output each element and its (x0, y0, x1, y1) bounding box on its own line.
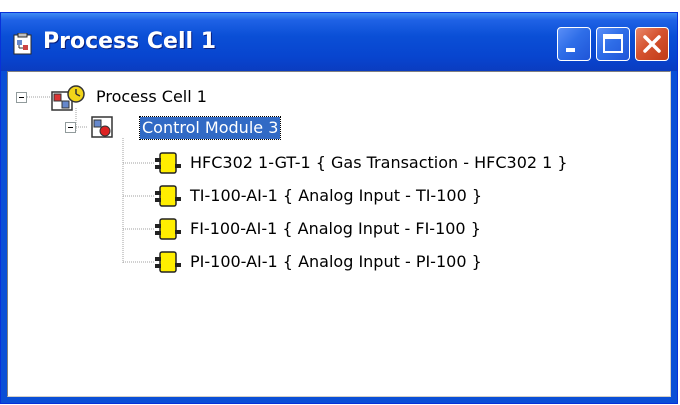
title-bar[interactable]: Process Cell 1 (1, 13, 677, 71)
tree-node-fi-100[interactable]: FI-100-AI-1 { Analog Input - FI-100 } (188, 218, 483, 240)
window-title: Process Cell 1 (43, 29, 217, 54)
root-collapse-toggle[interactable] (16, 92, 27, 103)
close-icon (643, 35, 661, 53)
window-app-icon (13, 32, 33, 55)
tree-node-pi-100[interactable]: PI-100-AI-1 { Analog Input - PI-100 } (188, 251, 484, 273)
process-cell-icon (50, 84, 86, 116)
maximize-icon (603, 34, 623, 53)
function-block-icon (154, 151, 184, 181)
function-block-icon (154, 250, 184, 280)
tree-view-panel[interactable]: Process Cell 1 Control Module 3 HFC302 1… (7, 71, 671, 397)
process-cell-window: Process Cell 1 Process Cell 1 Control Mo… (0, 12, 678, 404)
tree-node-ti-100[interactable]: TI-100-AI-1 { Analog Input - TI-100 } (188, 185, 484, 207)
function-block-icon (154, 217, 184, 247)
control-module-icon (90, 115, 116, 145)
close-button[interactable] (635, 27, 669, 61)
maximize-button[interactable] (596, 27, 630, 61)
tree-view: Process Cell 1 Control Module 3 HFC302 1… (8, 72, 670, 396)
tree-node-process-cell[interactable]: Process Cell 1 (94, 86, 209, 108)
tree-node-hfc302-gt[interactable]: HFC302 1-GT-1 { Gas Transaction - HFC302… (188, 152, 570, 174)
minimize-button[interactable] (557, 27, 591, 61)
tree-node-control-module[interactable]: Control Module 3 (138, 116, 282, 140)
module-collapse-toggle[interactable] (65, 122, 76, 133)
minimize-icon (566, 48, 575, 52)
function-block-icon (154, 184, 184, 214)
